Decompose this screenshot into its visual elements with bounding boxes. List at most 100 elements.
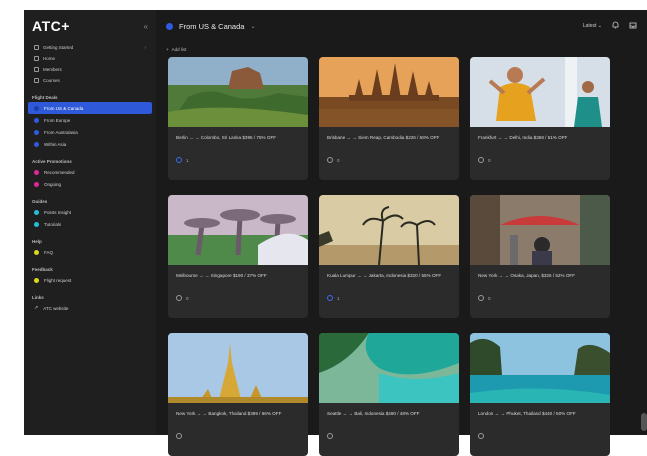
- like-icon[interactable]: [478, 295, 484, 301]
- page-title[interactable]: From US & Canada: [179, 22, 244, 31]
- deal-image[interactable]: [168, 57, 308, 127]
- inbox-icon[interactable]: [629, 21, 637, 31]
- sidebar-item-recommended[interactable]: Recommended: [24, 166, 156, 178]
- deal-card[interactable]: London → → Phuket, Thailand $440 / 50% O…: [470, 333, 610, 456]
- channel-dot: [34, 249, 39, 255]
- collapse-sidebar-icon[interactable]: «: [144, 22, 148, 31]
- like-icon[interactable]: [327, 157, 333, 163]
- channel-dot: [34, 105, 39, 111]
- sidebar-item-label: ATC website: [43, 305, 69, 311]
- channel-dot: [34, 141, 39, 147]
- app-logo[interactable]: ATC+: [32, 18, 70, 34]
- deal-image[interactable]: [470, 333, 610, 403]
- deal-grid: Berlin → → Colombo, Sri Lanka $395 / 75%…: [168, 57, 623, 456]
- channel-dot: [34, 169, 39, 175]
- deal-card[interactable]: Brisbane → → Siem Reap, Cambodia $226 / …: [319, 57, 459, 180]
- sidebar-item-label: FAQ: [44, 249, 54, 255]
- deal-card[interactable]: Melbourne → → Singapore $190 / 37% OFF 0: [168, 195, 308, 318]
- chevron-right-icon: ›: [144, 44, 146, 51]
- home-icon: [34, 56, 39, 61]
- sidebar-item-flight-request[interactable]: Flight request: [24, 274, 156, 286]
- deal-title[interactable]: Berlin → → Colombo, Sri Lanka $395 / 75%…: [168, 127, 308, 157]
- top-bar-actions: Latest ⌄: [583, 21, 637, 31]
- sidebar-header: ATC+ «: [24, 10, 156, 42]
- chevron-down-icon[interactable]: ⌄: [250, 23, 255, 30]
- like-icon[interactable]: [478, 433, 484, 439]
- like-icon[interactable]: [327, 433, 333, 439]
- sidebar-item-from-australasia[interactable]: From Australasia: [24, 126, 156, 138]
- deal-image[interactable]: [470, 57, 610, 127]
- sidebar-item-faq[interactable]: FAQ: [24, 246, 156, 258]
- channel-color-dot: [166, 22, 173, 30]
- deal-title[interactable]: Brisbane → → Siem Reap, Cambodia $226 / …: [319, 127, 459, 157]
- sidebar-item-label: From US & Canada: [44, 105, 84, 111]
- sidebar-item-label: Within Asia: [44, 141, 67, 147]
- deal-title[interactable]: Melbourne → → Singapore $190 / 37% OFF: [168, 265, 308, 295]
- nav-item-label: Getting Started: [43, 45, 74, 50]
- deal-title[interactable]: New York → → Osaka, Japan, $326 / 52% OF…: [470, 265, 610, 295]
- sort-select[interactable]: Latest ⌄: [583, 23, 602, 29]
- deal-meta: 1: [319, 295, 459, 301]
- like-icon[interactable]: [176, 295, 182, 301]
- deal-card[interactable]: New York → → Bangkok, Thailand $389 / 66…: [168, 333, 308, 456]
- deal-card[interactable]: Berlin → → Colombo, Sri Lanka $395 / 75%…: [168, 57, 308, 180]
- sort-label: Latest: [582, 23, 597, 29]
- sidebar-group-guides: Guides Points Insight Tutorials: [24, 194, 156, 230]
- sidebar-item-from-us-canada[interactable]: From US & Canada: [28, 102, 152, 114]
- deal-image[interactable]: [319, 57, 459, 127]
- sidebar-section-title: Links: [32, 295, 44, 300]
- add-list-button[interactable]: Add list: [172, 47, 187, 52]
- like-count: 1: [186, 157, 189, 163]
- list-toolbar: + Add list: [156, 42, 647, 56]
- nav-item-home[interactable]: Home: [24, 53, 156, 64]
- deal-image[interactable]: [168, 195, 308, 265]
- sidebar-sections: Flight Deals From US & Canada From Europe F…: [24, 90, 156, 314]
- sidebar-item-atc-website[interactable]: ↗ ATC website: [24, 302, 156, 314]
- deal-meta: [319, 433, 459, 439]
- like-icon[interactable]: [327, 295, 333, 301]
- deal-title[interactable]: London → → Phuket, Thailand $440 / 50% O…: [470, 403, 610, 433]
- deal-title[interactable]: New York → → Bangkok, Thailand $389 / 66…: [168, 403, 308, 433]
- like-icon[interactable]: [478, 157, 484, 163]
- channel-dot: [34, 209, 39, 215]
- sidebar-item-tutorials[interactable]: Tutorials: [24, 218, 156, 230]
- sidebar-item-label: Flight request: [44, 277, 72, 283]
- scrollbar[interactable]: [641, 413, 647, 431]
- deal-image[interactable]: [319, 195, 459, 266]
- nav-item-courses[interactable]: Courses: [24, 75, 156, 86]
- deal-image[interactable]: [168, 333, 308, 403]
- deal-card[interactable]: Seattle → → Bali, Indonesia $480 / 48% O…: [319, 333, 459, 456]
- deal-image[interactable]: [470, 195, 610, 265]
- deal-title[interactable]: Seattle → → Bali, Indonesia $480 / 48% O…: [319, 403, 459, 433]
- sidebar-group-links: Links ↗ ATC website: [24, 290, 156, 314]
- book-icon: [34, 78, 39, 83]
- sidebar-section-title: Help: [32, 239, 42, 244]
- deal-card[interactable]: New York → → Osaka, Japan, $326 / 52% OF…: [470, 195, 610, 318]
- nav-item-members[interactable]: Members: [24, 64, 156, 75]
- sidebar-item-label: Recommended: [44, 169, 75, 175]
- sidebar-item-ongoing[interactable]: Ongoing: [24, 178, 156, 190]
- like-icon[interactable]: [176, 157, 182, 163]
- sidebar-item-label: From Europe: [44, 117, 71, 123]
- nav-item-getting-started[interactable]: Getting Started ›: [24, 42, 156, 53]
- deal-card[interactable]: Frankfurt → → Delhi, India $368 / 51% OF…: [470, 57, 610, 180]
- sidebar-item-from-europe[interactable]: From Europe: [24, 114, 156, 126]
- channel-dot: [34, 181, 39, 187]
- deal-meta: 0: [319, 157, 459, 163]
- bell-icon[interactable]: [612, 21, 619, 31]
- deal-title[interactable]: Frankfurt → → Delhi, India $368 / 51% OF…: [470, 127, 610, 157]
- like-icon[interactable]: [176, 433, 182, 439]
- channel-dot: [34, 277, 39, 283]
- sidebar-item-points-insight[interactable]: Points Insight: [24, 206, 156, 218]
- deal-meta: 0: [470, 295, 610, 301]
- users-icon: [34, 67, 39, 72]
- deal-card[interactable]: Kuala Lumpur → → Jakarta, Indonesia $320…: [319, 195, 459, 318]
- deal-meta: [168, 433, 308, 439]
- top-bar: From US & Canada ⌄ Latest ⌄: [156, 10, 647, 42]
- deal-image[interactable]: [319, 333, 459, 403]
- sidebar-section-title: Guides: [32, 199, 48, 204]
- sidebar-item-label: Ongoing: [44, 181, 62, 187]
- deal-title[interactable]: Kuala Lumpur → → Jakarta, Indonesia $320…: [319, 265, 459, 295]
- add-list-icon[interactable]: +: [166, 47, 169, 52]
- sidebar-item-within-asia[interactable]: Within Asia: [24, 138, 156, 150]
